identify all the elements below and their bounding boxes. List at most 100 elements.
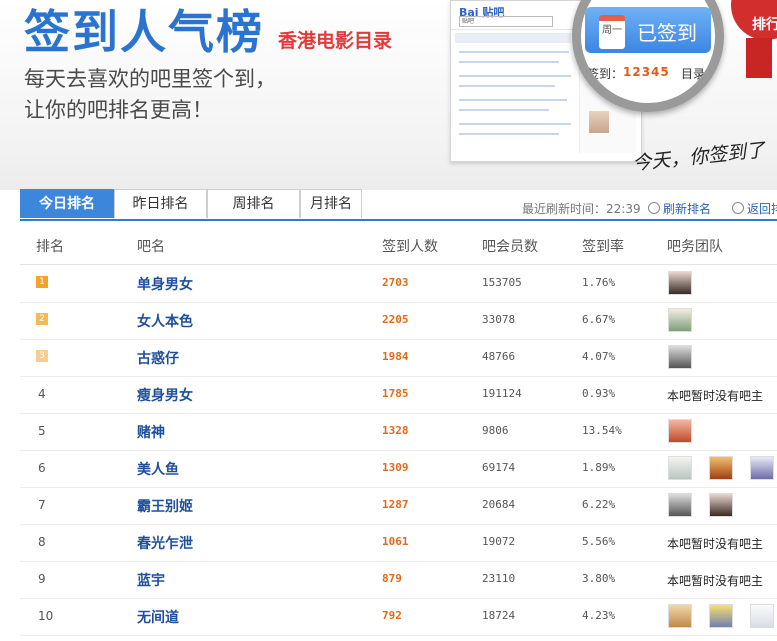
moderator-avatar[interactable] bbox=[750, 604, 774, 628]
moderator-avatar[interactable] bbox=[709, 604, 733, 628]
rank-number: 4 bbox=[38, 387, 46, 401]
col-signins: 签到人数 bbox=[382, 239, 438, 255]
back-link[interactable]: 返回排 bbox=[732, 200, 777, 217]
member-count: 69174 bbox=[482, 461, 516, 474]
table-row: 8 春光乍泄 1061 19072 5.56% 本吧暂时没有吧主 bbox=[20, 524, 777, 562]
signin-count: 2205 bbox=[382, 313, 409, 326]
table-row: 4 瘦身男女 1785 191124 0.93% 本吧暂时没有吧主 bbox=[20, 376, 777, 414]
col-name: 吧名 bbox=[137, 239, 165, 255]
signin-rate: 6.67% bbox=[582, 313, 616, 326]
rank-number: 6 bbox=[38, 461, 46, 475]
moderator-avatar[interactable] bbox=[668, 419, 692, 443]
forum-name-link[interactable]: 赌神 bbox=[137, 422, 165, 442]
member-count: 23110 bbox=[482, 572, 516, 585]
forum-name-link[interactable]: 霸王别姬 bbox=[137, 496, 193, 516]
signin-count: 1309 bbox=[382, 461, 409, 474]
signin-rate: 4.07% bbox=[582, 350, 616, 363]
moderator-avatar[interactable] bbox=[668, 493, 692, 517]
moderator-avatar[interactable] bbox=[709, 456, 733, 480]
slogan: 每天去喜欢的吧里签个到， 让你的吧排名更高！ bbox=[24, 64, 276, 126]
forum-name-link[interactable]: 春光乍泄 bbox=[137, 533, 193, 553]
member-count: 33078 bbox=[482, 313, 516, 326]
table-row: 10 无间道 792 18724 4.23% bbox=[20, 598, 777, 636]
handwritten-slogan: 今天，你签到了 bbox=[631, 139, 766, 175]
tab-week[interactable]: 周排名 bbox=[207, 189, 300, 218]
rank-number: 10 bbox=[38, 609, 54, 623]
forum-subtitle-link[interactable]: 香港电影目录 bbox=[278, 26, 392, 53]
signin-count: 1287 bbox=[382, 498, 409, 511]
table-row: 2 女人本色 2205 33078 6.67% bbox=[20, 302, 777, 340]
moderator-avatar[interactable] bbox=[668, 604, 692, 628]
rank-number: 9 bbox=[38, 572, 46, 586]
rank-badge: 3 bbox=[36, 350, 48, 362]
table-header: 排名 吧名 签到人数 吧会员数 签到率 吧务团队 bbox=[20, 228, 777, 265]
col-rate: 签到率 bbox=[582, 239, 624, 255]
signin-rate: 4.23% bbox=[582, 609, 616, 622]
member-count: 48766 bbox=[482, 350, 516, 363]
refresh-icon bbox=[648, 202, 660, 214]
page-title: 签到人气榜 bbox=[24, 5, 264, 59]
moderator-avatar[interactable] bbox=[668, 308, 692, 332]
signin-rate: 13.54% bbox=[582, 424, 622, 437]
member-count: 19072 bbox=[482, 535, 516, 548]
signin-count: 1984 bbox=[382, 350, 409, 363]
signin-count: 792 bbox=[382, 609, 402, 622]
no-owner-text: 本吧暂时没有吧主 bbox=[667, 389, 764, 403]
signin-count: 12345 bbox=[623, 65, 670, 79]
signin-count: 879 bbox=[382, 572, 402, 585]
rank-badge: 2 bbox=[36, 313, 48, 325]
ranking-seal-badge: 排行 bbox=[731, 0, 777, 40]
signin-count: 1328 bbox=[382, 424, 409, 437]
forum-name-link[interactable]: 无间道 bbox=[137, 607, 179, 627]
table-row: 9 蓝宇 879 23110 3.80% 本吧暂时没有吧主 bbox=[20, 561, 777, 599]
forum-name-link[interactable]: 古惑仔 bbox=[137, 348, 179, 368]
member-count: 153705 bbox=[482, 276, 522, 289]
forum-name-link[interactable]: 美人鱼 bbox=[137, 459, 179, 479]
forum-name-link[interactable]: 女人本色 bbox=[137, 311, 193, 331]
signin-count: 2703 bbox=[382, 276, 409, 289]
rank-number: 7 bbox=[38, 498, 46, 512]
signin-rate: 6.22% bbox=[582, 498, 616, 511]
signin-count: 1061 bbox=[382, 535, 409, 548]
signin-rate: 5.56% bbox=[582, 535, 616, 548]
catalog-label: 目录 bbox=[681, 67, 706, 81]
col-members: 吧会员数 bbox=[482, 239, 538, 255]
preview-search-box: 贴吧 bbox=[459, 16, 553, 27]
rank-badge: 1 bbox=[36, 276, 48, 288]
calendar-icon: 周一 bbox=[599, 15, 625, 49]
forum-name-link[interactable]: 蓝宇 bbox=[137, 570, 165, 590]
table-row: 5 赌神 1328 9806 13.54% bbox=[20, 413, 777, 451]
slogan-line-2: 让你的吧排名更高！ bbox=[24, 98, 213, 122]
member-count: 9806 bbox=[482, 424, 509, 437]
signed-in-button[interactable]: 周一 已签到 bbox=[585, 7, 711, 53]
forum-name-link[interactable]: 单身男女 bbox=[137, 274, 193, 294]
preview-tab-bar bbox=[455, 33, 571, 43]
forum-name-link[interactable]: 瘦身男女 bbox=[137, 385, 193, 405]
banner: 签到人气榜 香港电影目录 每天去喜欢的吧里签个到， 让你的吧排名更高！ Bai … bbox=[0, 0, 777, 190]
refresh-ranking-link[interactable]: 刷新排名 bbox=[648, 200, 711, 217]
signin-rate: 1.76% bbox=[582, 276, 616, 289]
no-owner-text: 本吧暂时没有吧主 bbox=[667, 574, 764, 588]
col-rank: 排名 bbox=[36, 239, 64, 255]
moderator-avatar[interactable] bbox=[668, 271, 692, 295]
moderator-avatar[interactable] bbox=[668, 456, 692, 480]
signin-count-label: 签到： bbox=[587, 67, 624, 81]
tab-month[interactable]: 月排名 bbox=[300, 189, 362, 218]
seal-ribbon bbox=[746, 38, 772, 78]
moderator-avatar[interactable] bbox=[709, 493, 733, 517]
table-row: 6 美人鱼 1309 69174 1.89% bbox=[20, 450, 777, 488]
member-count: 18724 bbox=[482, 609, 516, 622]
rank-number: 5 bbox=[38, 424, 46, 438]
signin-rate: 3.80% bbox=[582, 572, 616, 585]
signin-rate: 1.89% bbox=[582, 461, 616, 474]
rank-number: 8 bbox=[38, 535, 46, 549]
no-owner-text: 本吧暂时没有吧主 bbox=[667, 537, 764, 551]
tab-yesterday[interactable]: 昨日排名 bbox=[114, 189, 207, 218]
slogan-line-1: 每天去喜欢的吧里签个到， bbox=[24, 67, 276, 91]
moderator-avatar[interactable] bbox=[750, 456, 774, 480]
tab-today[interactable]: 今日排名 bbox=[20, 189, 114, 218]
table-row: 7 霸王别姬 1287 20684 6.22% bbox=[20, 487, 777, 525]
moderator-avatar[interactable] bbox=[668, 345, 692, 369]
back-icon bbox=[732, 202, 744, 214]
member-count: 191124 bbox=[482, 387, 522, 400]
